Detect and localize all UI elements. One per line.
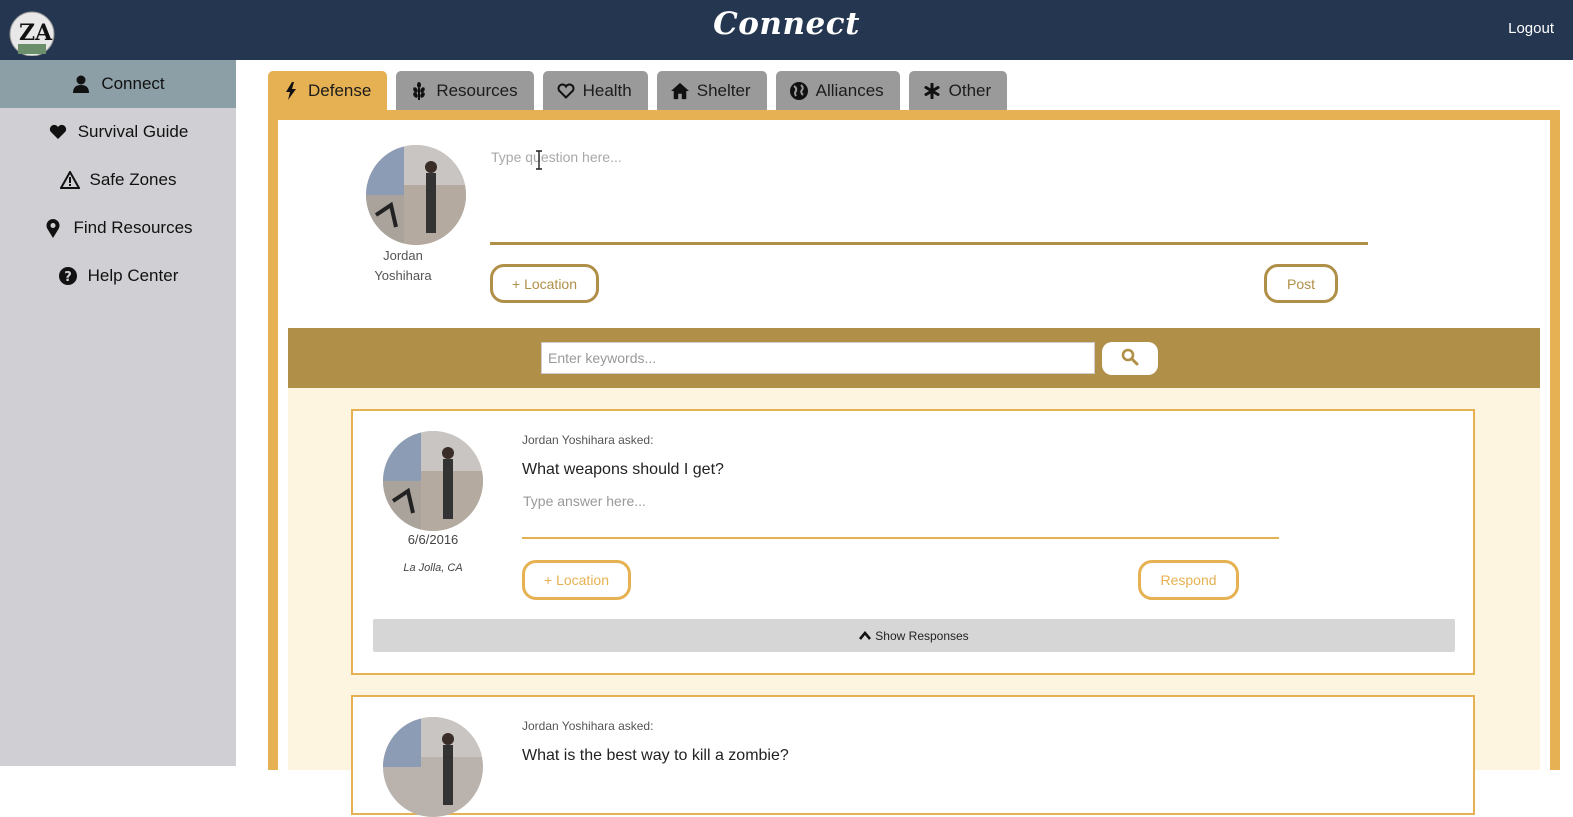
sidebar-item-find-resources[interactable]: Find Resources xyxy=(0,204,236,252)
tab-alliances[interactable]: Alliances xyxy=(775,71,900,111)
sidebar-item-label: Find Resources xyxy=(73,218,193,237)
sidebar-item-safe-zones[interactable]: Safe Zones xyxy=(0,156,236,204)
post-button[interactable]: Post xyxy=(1264,264,1338,303)
sidebar-item-label: Survival Guide xyxy=(77,122,189,141)
search-input[interactable] xyxy=(541,342,1095,374)
tab-panel: Jordan Yoshihara + Location Post xyxy=(268,110,1560,817)
avatar xyxy=(383,717,483,817)
tab-shelter[interactable]: Shelter xyxy=(656,71,767,111)
tab-label: Other xyxy=(948,81,992,100)
sidebar-item-label: Connect xyxy=(101,74,165,93)
avatar xyxy=(366,145,466,245)
search-bar xyxy=(288,328,1540,388)
search-icon xyxy=(1121,348,1139,370)
add-location-button[interactable]: + Location xyxy=(522,560,631,600)
tab-label: Health xyxy=(582,81,632,100)
tab-label: Defense xyxy=(308,81,372,100)
tab-label: Shelter xyxy=(696,81,751,100)
sidebar-item-label: Help Center xyxy=(87,266,179,285)
tab-label: Alliances xyxy=(815,81,884,100)
sidebar: Connect Survival Guide Safe Zones Find R… xyxy=(0,60,236,766)
home-icon xyxy=(670,82,689,100)
wheat-icon xyxy=(410,82,428,100)
respond-button[interactable]: Respond xyxy=(1138,560,1239,600)
asterisk-icon xyxy=(923,82,941,100)
sidebar-item-help-center[interactable]: ? Help Center xyxy=(0,252,236,300)
globe-icon xyxy=(789,82,808,100)
category-tabs: Defense Resources Health Shelter Allianc… xyxy=(268,71,1016,111)
tab-health[interactable]: Health xyxy=(542,71,648,111)
show-responses-button[interactable]: Show Responses xyxy=(373,619,1455,652)
add-location-button[interactable]: + Location xyxy=(490,264,599,303)
sidebar-item-connect[interactable]: Connect xyxy=(0,60,236,108)
heart-outline-icon xyxy=(557,82,575,100)
tab-other[interactable]: Other xyxy=(908,71,1008,111)
tab-label: Resources xyxy=(436,81,518,100)
avatar xyxy=(383,431,483,531)
search-button[interactable] xyxy=(1102,342,1158,375)
logout-link[interactable]: Logout xyxy=(1508,20,1554,37)
page-title: Connect xyxy=(713,6,860,42)
question-location: La Jolla, CA xyxy=(403,562,463,574)
show-responses-label: Show Responses xyxy=(875,628,969,643)
sidebar-item-label: Safe Zones xyxy=(89,170,177,189)
person-icon xyxy=(71,74,91,94)
text-cursor-icon xyxy=(535,150,542,170)
user-last-name: Yoshihara xyxy=(374,268,432,283)
question-text: What weapons should I get? xyxy=(522,461,724,478)
sidebar-item-survival-guide[interactable]: Survival Guide xyxy=(0,108,236,156)
question-card: Jordan Yoshihara asked: What is the best… xyxy=(351,695,1475,817)
tab-defense[interactable]: Defense xyxy=(268,71,388,111)
tab-resources[interactable]: Resources xyxy=(396,71,534,111)
question-circle-icon: ? xyxy=(58,266,78,286)
asker-label: Jordan Yoshihara asked: xyxy=(522,719,654,733)
svg-text:?: ? xyxy=(64,270,72,285)
warning-icon xyxy=(59,170,80,190)
panel-content: Jordan Yoshihara + Location Post xyxy=(278,120,1550,817)
bolt-icon xyxy=(282,82,300,100)
asker-label: Jordan Yoshihara asked: xyxy=(522,433,654,447)
map-pin-icon xyxy=(43,218,63,238)
answer-input[interactable] xyxy=(522,491,1279,539)
user-first-name: Jordan xyxy=(383,248,423,263)
top-bar: ZA Connect Logout xyxy=(0,0,1573,60)
chevron-up-icon xyxy=(859,631,872,640)
composer-user-name: Jordan Yoshihara xyxy=(348,246,458,286)
question-date: 6/6/2016 xyxy=(407,532,459,547)
question-card: 6/6/2016 La Jolla, CA Jordan Yoshihara a… xyxy=(351,409,1475,675)
question-input[interactable] xyxy=(490,146,1368,245)
heart-icon xyxy=(48,122,68,142)
question-text: What is the best way to kill a zombie? xyxy=(522,747,789,764)
question-feed: 6/6/2016 La Jolla, CA Jordan Yoshihara a… xyxy=(288,388,1540,817)
